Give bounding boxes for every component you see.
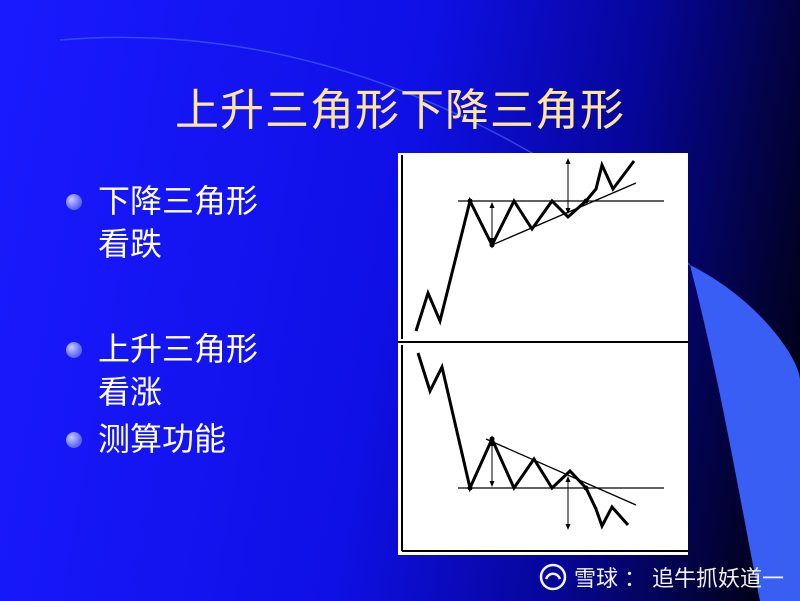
descending-pivot-point (467, 485, 473, 491)
ascending-pivot-point (489, 242, 495, 248)
watermark-author: 追牛抓妖道一 (652, 567, 785, 592)
ascending-price-path (414, 160, 636, 332)
ascending-pivot-point (467, 198, 473, 204)
watermark: 雪球 ： 追牛抓妖道一 (538, 561, 784, 593)
triangle-diagram-svg (398, 155, 688, 552)
bullet-text: 测算功能 (98, 420, 227, 458)
descending-resistance-line (485, 438, 637, 506)
slide: 上升三角形下降三角形 下降三角形看跌 上升三角形看涨 测算功能 雪球 ： 追牛抓… (0, 0, 800, 601)
bullet-dot-icon (66, 342, 82, 358)
triangle-diagram (398, 153, 688, 555)
descending-target-arrowhead-down (565, 524, 571, 530)
bullet-dot-icon (66, 194, 82, 210)
ascending-breakout-point (583, 198, 589, 204)
descending-height-arrowhead-down (489, 481, 495, 487)
bullet-text: 上升三角形看涨 (98, 330, 259, 411)
ascending-height-arrowhead-up (489, 202, 495, 208)
decorative-arc-fill (690, 265, 800, 601)
bullet-text: 下降三角形看跌 (98, 182, 259, 263)
ascending-support-line (491, 182, 637, 246)
descending-price-path (416, 352, 630, 530)
page-title: 上升三角形下降三角形 (175, 85, 625, 136)
watermark-brand: 雪球 (574, 567, 619, 592)
watermark-separator: ： (624, 567, 647, 592)
snowball-logo-icon (539, 563, 567, 591)
descending-target-arrowhead-up (565, 476, 571, 482)
ascending-target-arrowhead-up (565, 158, 571, 164)
descending-breakout-point (583, 485, 589, 491)
descending-pivot-point (489, 436, 495, 442)
bullet-dot-icon (66, 432, 82, 448)
